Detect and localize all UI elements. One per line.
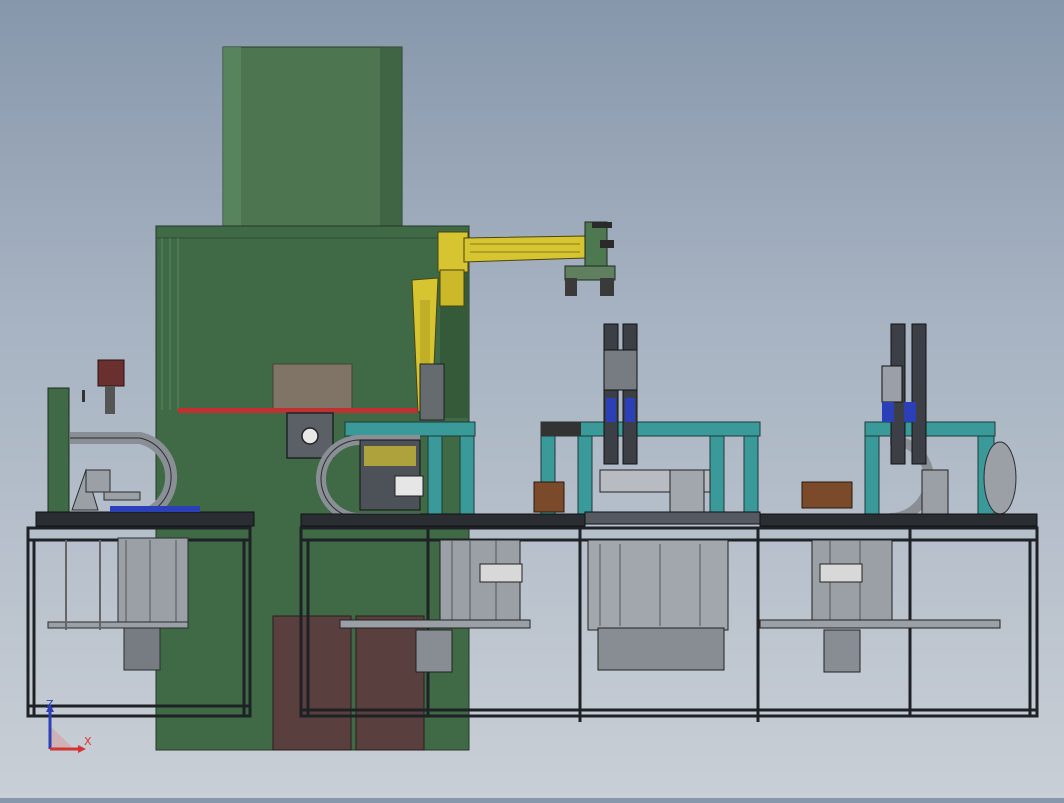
- robot-upper-arm: [463, 235, 587, 263]
- actuator-station-2: [603, 323, 638, 465]
- x-axis-label: X: [84, 735, 92, 748]
- z-axis-label: Z: [46, 698, 54, 711]
- left-conveyor: [35, 511, 255, 527]
- main-conveyor-1: [300, 513, 586, 527]
- press-tower: [222, 46, 403, 230]
- actuator-station-3: [881, 323, 927, 465]
- press-panel: [272, 363, 353, 412]
- press-lower-door-left: [272, 615, 352, 751]
- assembly-drawing[interactable]: Z X: [0, 0, 1064, 798]
- left-guard-plate: [47, 387, 70, 517]
- triad-origin-fill: [50, 726, 72, 749]
- main-conveyor-3: [759, 513, 1038, 527]
- robot-gripper: [564, 221, 616, 296]
- press-lower-door-right: [355, 615, 425, 751]
- cad-viewport[interactable]: Z X: [0, 0, 1064, 798]
- main-conveyor-2: [584, 511, 761, 525]
